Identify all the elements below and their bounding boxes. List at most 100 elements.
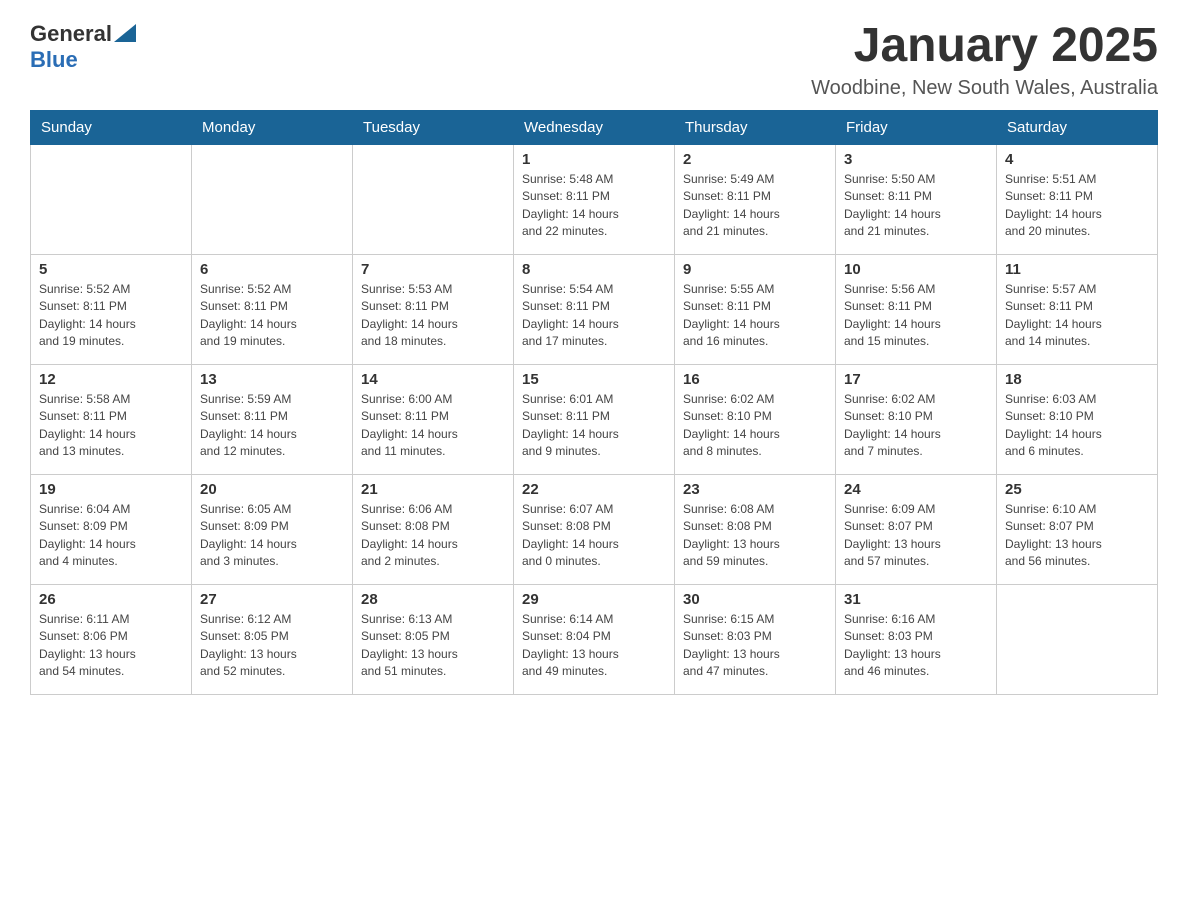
calendar-cell: 16 Sunrise: 6:02 AM Sunset: 8:10 PM Dayli… [675, 364, 836, 474]
calendar-cell: 10 Sunrise: 5:56 AM Sunset: 8:11 PM Dayli… [836, 254, 997, 364]
day-number: 11 [1005, 261, 1149, 278]
calendar-cell: 12 Sunrise: 5:58 AM Sunset: 8:11 PM Dayli… [31, 364, 192, 474]
calendar-cell: 22 Sunrise: 6:07 AM Sunset: 8:08 PM Dayli… [514, 474, 675, 584]
calendar-cell: 14 Sunrise: 6:00 AM Sunset: 8:11 PM Dayli… [353, 364, 514, 474]
calendar-cell: 24Sunrise: 6:09 AM Sunset: 8:07 PM Dayli… [836, 474, 997, 584]
day-number: 10 [844, 261, 988, 278]
day-number: 27 [200, 591, 344, 608]
day-info: Sunrise: 5:52 AM Sunset: 8:11 PM Dayligh… [200, 281, 344, 351]
weekday-header-tuesday: Tuesday [353, 110, 514, 144]
weekday-header-wednesday: Wednesday [514, 110, 675, 144]
day-number: 30 [683, 591, 827, 608]
day-number: 12 [39, 371, 183, 388]
day-number: 7 [361, 261, 505, 278]
calendar-cell: 21Sunrise: 6:06 AM Sunset: 8:08 PM Dayli… [353, 474, 514, 584]
day-number: 31 [844, 591, 988, 608]
day-info: Sunrise: 5:56 AM Sunset: 8:11 PM Dayligh… [844, 281, 988, 351]
day-info: Sunrise: 6:05 AM Sunset: 8:09 PM Dayligh… [200, 501, 344, 571]
calendar-week-row: 19Sunrise: 6:04 AM Sunset: 8:09 PM Dayli… [31, 474, 1158, 584]
calendar-cell: 8 Sunrise: 5:54 AM Sunset: 8:11 PM Daylig… [514, 254, 675, 364]
day-info: Sunrise: 6:07 AM Sunset: 8:08 PM Dayligh… [522, 501, 666, 571]
calendar-cell [353, 144, 514, 254]
logo-blue-text: Blue [30, 47, 78, 72]
day-info: Sunrise: 5:55 AM Sunset: 8:11 PM Dayligh… [683, 281, 827, 351]
day-info: Sunrise: 6:00 AM Sunset: 8:11 PM Dayligh… [361, 391, 505, 461]
day-number: 28 [361, 591, 505, 608]
day-number: 5 [39, 261, 183, 278]
calendar-cell: 30Sunrise: 6:15 AM Sunset: 8:03 PM Dayli… [675, 584, 836, 694]
day-number: 13 [200, 371, 344, 388]
day-info: Sunrise: 6:11 AM Sunset: 8:06 PM Dayligh… [39, 611, 183, 681]
calendar-cell [997, 584, 1158, 694]
calendar-cell: 25Sunrise: 6:10 AM Sunset: 8:07 PM Dayli… [997, 474, 1158, 584]
calendar-cell: 7Sunrise: 5:53 AM Sunset: 8:11 PM Daylig… [353, 254, 514, 364]
calendar-table: SundayMondayTuesdayWednesdayThursdayFrid… [30, 110, 1158, 695]
day-number: 23 [683, 481, 827, 498]
calendar-cell [31, 144, 192, 254]
day-number: 8 [522, 261, 666, 278]
day-info: Sunrise: 6:02 AM Sunset: 8:10 PM Dayligh… [683, 391, 827, 461]
calendar-cell: 2Sunrise: 5:49 AM Sunset: 8:11 PM Daylig… [675, 144, 836, 254]
calendar-cell: 29 Sunrise: 6:14 AM Sunset: 8:04 PM Dayli… [514, 584, 675, 694]
day-number: 26 [39, 591, 183, 608]
day-number: 29 [522, 591, 666, 608]
calendar-week-row: 5 Sunrise: 5:52 AM Sunset: 8:11 PM Daylig… [31, 254, 1158, 364]
calendar-cell: 3 Sunrise: 5:50 AM Sunset: 8:11 PM Daylig… [836, 144, 997, 254]
day-info: Sunrise: 6:06 AM Sunset: 8:08 PM Dayligh… [361, 501, 505, 571]
calendar-cell: 19Sunrise: 6:04 AM Sunset: 8:09 PM Dayli… [31, 474, 192, 584]
calendar-week-row: 12 Sunrise: 5:58 AM Sunset: 8:11 PM Dayli… [31, 364, 1158, 474]
calendar-header: SundayMondayTuesdayWednesdayThursdayFrid… [31, 110, 1158, 144]
weekday-header-saturday: Saturday [997, 110, 1158, 144]
month-title: January 2025 [811, 20, 1158, 73]
calendar-cell: 18Sunrise: 6:03 AM Sunset: 8:10 PM Dayli… [997, 364, 1158, 474]
day-number: 18 [1005, 371, 1149, 388]
day-info: Sunrise: 5:48 AM Sunset: 8:11 PM Dayligh… [522, 171, 666, 241]
calendar-cell: 17Sunrise: 6:02 AM Sunset: 8:10 PM Dayli… [836, 364, 997, 474]
day-info: Sunrise: 5:54 AM Sunset: 8:11 PM Dayligh… [522, 281, 666, 351]
day-info: Sunrise: 6:13 AM Sunset: 8:05 PM Dayligh… [361, 611, 505, 681]
calendar-body: 1Sunrise: 5:48 AM Sunset: 8:11 PM Daylig… [31, 144, 1158, 694]
logo: General Blue [30, 20, 136, 73]
day-number: 15 [522, 371, 666, 388]
location-title: Woodbine, New South Wales, Australia [811, 77, 1158, 100]
day-number: 17 [844, 371, 988, 388]
weekday-header-row: SundayMondayTuesdayWednesdayThursdayFrid… [31, 110, 1158, 144]
title-block: January 2025 Woodbine, New South Wales, … [811, 20, 1158, 100]
day-info: Sunrise: 5:58 AM Sunset: 8:11 PM Dayligh… [39, 391, 183, 461]
calendar-week-row: 1Sunrise: 5:48 AM Sunset: 8:11 PM Daylig… [31, 144, 1158, 254]
calendar-cell: 15Sunrise: 6:01 AM Sunset: 8:11 PM Dayli… [514, 364, 675, 474]
weekday-header-friday: Friday [836, 110, 997, 144]
weekday-header-monday: Monday [192, 110, 353, 144]
day-number: 9 [683, 261, 827, 278]
day-info: Sunrise: 6:16 AM Sunset: 8:03 PM Dayligh… [844, 611, 988, 681]
day-info: Sunrise: 6:04 AM Sunset: 8:09 PM Dayligh… [39, 501, 183, 571]
day-number: 24 [844, 481, 988, 498]
day-number: 16 [683, 371, 827, 388]
calendar-cell: 6Sunrise: 5:52 AM Sunset: 8:11 PM Daylig… [192, 254, 353, 364]
day-info: Sunrise: 5:50 AM Sunset: 8:11 PM Dayligh… [844, 171, 988, 241]
day-number: 3 [844, 151, 988, 168]
day-number: 20 [200, 481, 344, 498]
day-info: Sunrise: 6:14 AM Sunset: 8:04 PM Dayligh… [522, 611, 666, 681]
calendar-cell [192, 144, 353, 254]
calendar-cell: 13 Sunrise: 5:59 AM Sunset: 8:11 PM Dayli… [192, 364, 353, 474]
day-info: Sunrise: 5:52 AM Sunset: 8:11 PM Dayligh… [39, 281, 183, 351]
calendar-cell: 5 Sunrise: 5:52 AM Sunset: 8:11 PM Daylig… [31, 254, 192, 364]
calendar-week-row: 26 Sunrise: 6:11 AM Sunset: 8:06 PM Dayli… [31, 584, 1158, 694]
day-info: Sunrise: 6:08 AM Sunset: 8:08 PM Dayligh… [683, 501, 827, 571]
day-info: Sunrise: 5:59 AM Sunset: 8:11 PM Dayligh… [200, 391, 344, 461]
weekday-header-thursday: Thursday [675, 110, 836, 144]
calendar-cell: 28 Sunrise: 6:13 AM Sunset: 8:05 PM Dayli… [353, 584, 514, 694]
calendar-cell: 26 Sunrise: 6:11 AM Sunset: 8:06 PM Dayli… [31, 584, 192, 694]
calendar-cell: 31 Sunrise: 6:16 AM Sunset: 8:03 PM Dayli… [836, 584, 997, 694]
day-info: Sunrise: 5:51 AM Sunset: 8:11 PM Dayligh… [1005, 171, 1149, 241]
logo-general-text: General [30, 21, 112, 47]
weekday-header-sunday: Sunday [31, 110, 192, 144]
day-info: Sunrise: 5:57 AM Sunset: 8:11 PM Dayligh… [1005, 281, 1149, 351]
day-info: Sunrise: 6:10 AM Sunset: 8:07 PM Dayligh… [1005, 501, 1149, 571]
day-number: 4 [1005, 151, 1149, 168]
day-number: 14 [361, 371, 505, 388]
day-number: 22 [522, 481, 666, 498]
calendar-cell: 4 Sunrise: 5:51 AM Sunset: 8:11 PM Daylig… [997, 144, 1158, 254]
day-number: 2 [683, 151, 827, 168]
